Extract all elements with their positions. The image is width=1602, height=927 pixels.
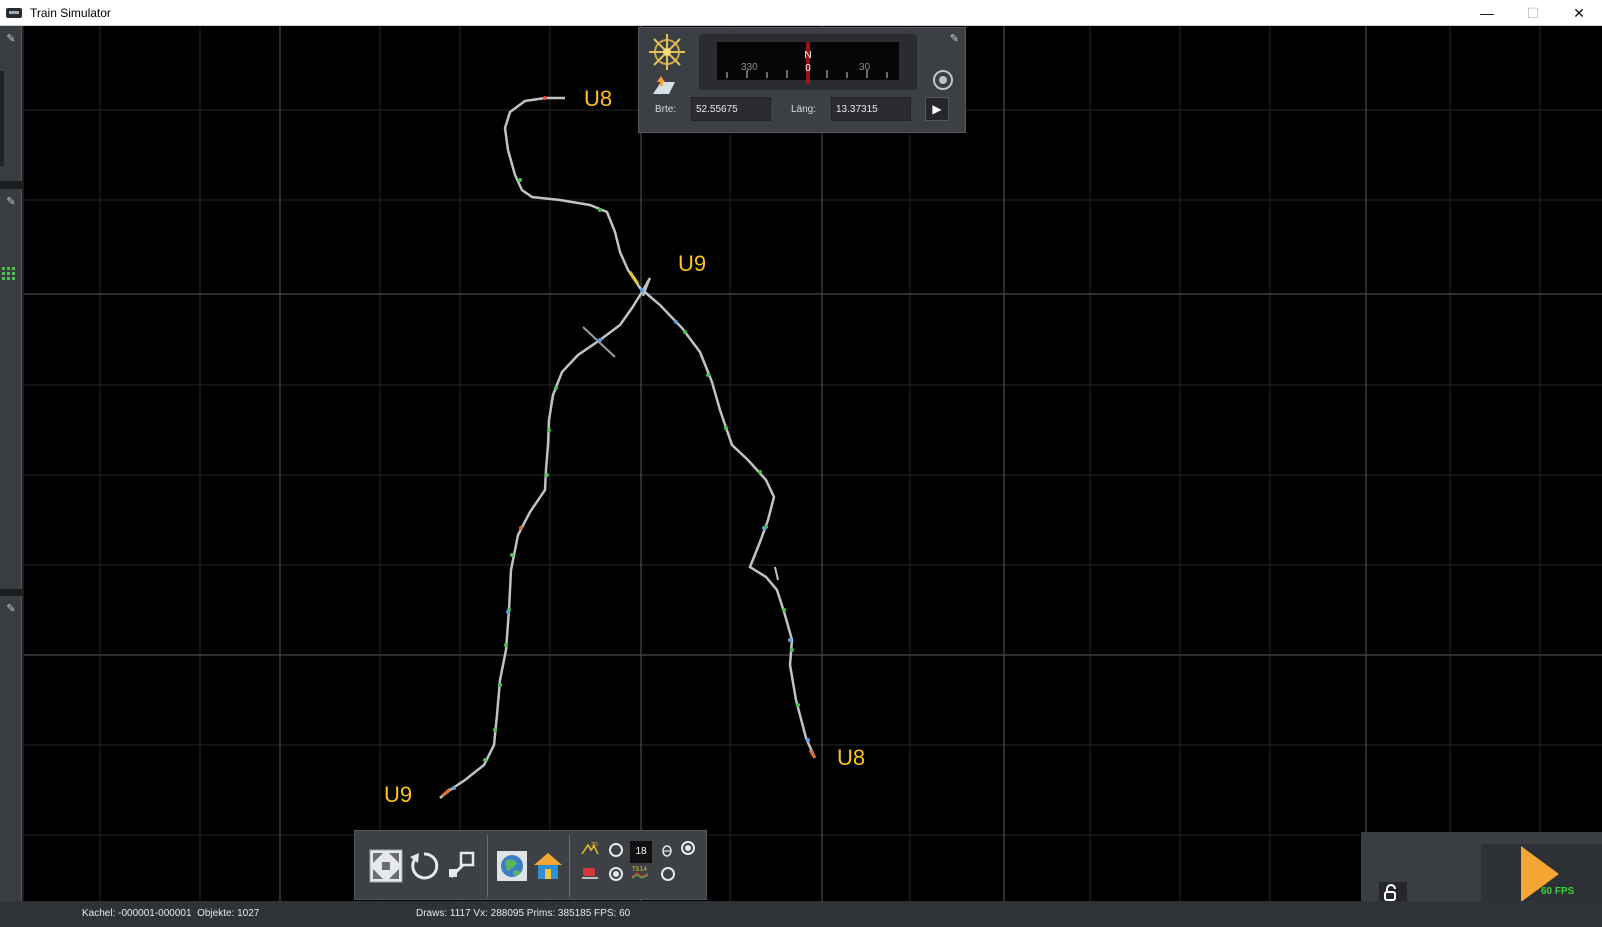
terrain-3d-icon[interactable]: 3D xyxy=(581,841,599,855)
ts14-icon[interactable]: TS14 xyxy=(631,865,649,879)
compass-heading-value: 0 xyxy=(805,63,811,74)
signal-yellow-marker xyxy=(628,271,640,285)
track-end-marker-u8 xyxy=(808,749,817,759)
route-label-u8-top: U8 xyxy=(584,86,613,111)
tile-status: Kachel: -000001-000001 Objekte: 1027 xyxy=(82,908,260,919)
rotate-icon[interactable] xyxy=(407,849,441,883)
pin-icon[interactable]: ✎ xyxy=(950,32,959,45)
bottom-toolbar: 3D 18 TS14 xyxy=(354,830,707,900)
move-icon[interactable] xyxy=(445,849,479,883)
map-locate-icon[interactable] xyxy=(651,74,677,96)
globe-icon[interactable] xyxy=(495,849,529,883)
route-label-u9-bottom: U9 xyxy=(384,782,413,807)
u8-track xyxy=(503,96,816,757)
u9-track xyxy=(439,277,652,799)
train-simulator-window: Train Simulator — ☐ ✕ U8 U9 U9 U8 ✎ ✎ ✎ … xyxy=(0,0,1602,927)
latitude-field[interactable]: 52.55675 xyxy=(691,97,771,121)
go-to-coordinates-button[interactable]: ▶ xyxy=(925,97,949,121)
svg-text:TS14: TS14 xyxy=(631,866,647,873)
home-icon[interactable] xyxy=(531,849,565,883)
compass-strip: 330 30 N 0 xyxy=(699,34,917,90)
compass-north-label: N xyxy=(804,50,812,61)
render-stats: Draws: 1117 Vx: 288095 Prims: 385185 FPS… xyxy=(416,908,631,919)
window-title: Train Simulator xyxy=(30,5,111,20)
grid-icon[interactable] xyxy=(2,267,16,281)
rail-panel-bottom[interactable]: ✎ xyxy=(0,596,22,901)
compass-rose-icon[interactable] xyxy=(645,32,689,72)
fps-label: 60 FPS xyxy=(1541,886,1575,897)
map-viewport[interactable] xyxy=(0,26,1602,901)
camera-number-display[interactable]: 18 xyxy=(630,841,652,863)
crossover-mark-b xyxy=(774,566,779,581)
unlock-icon xyxy=(1384,884,1396,901)
app-icon xyxy=(6,7,22,18)
rail-panel-top[interactable]: ✎ xyxy=(0,26,22,181)
compass-panel: 330 30 N 0 ✎ Brte: 52.55675 Läng: 13.373… xyxy=(638,27,966,133)
maximize-button[interactable]: ☐ xyxy=(1510,0,1556,26)
terrain-toggle-radio[interactable] xyxy=(609,843,623,857)
rail-panel-middle[interactable]: ✎ xyxy=(0,189,22,589)
longitude-label: Läng: xyxy=(791,104,817,115)
longitude-field[interactable]: 13.37315 xyxy=(831,97,911,121)
target-icon[interactable] xyxy=(933,70,953,90)
signal-markers xyxy=(452,288,810,790)
status-bar: Kachel: -000001-000001 Objekte: 1027 Dra… xyxy=(0,901,1602,927)
compass-dial[interactable]: 330 30 N 0 xyxy=(717,42,899,84)
toolbar-separator xyxy=(569,835,570,897)
theta-icon[interactable] xyxy=(661,843,673,857)
signal-red-marker xyxy=(543,96,547,100)
track-layer-radio[interactable] xyxy=(609,867,623,881)
latitude-label: Brte: xyxy=(655,104,677,115)
track-map xyxy=(24,26,1602,901)
fit-view-icon[interactable] xyxy=(369,849,403,883)
track-layer-icon[interactable] xyxy=(581,865,599,879)
close-button[interactable]: ✕ xyxy=(1556,0,1602,26)
minimize-button[interactable]: — xyxy=(1464,0,1510,26)
left-tool-rail: ✎ ✎ ✎ xyxy=(0,26,24,901)
pin-icon[interactable]: ✎ xyxy=(4,195,18,209)
theta-toggle-radio[interactable] xyxy=(681,841,695,855)
pin-icon[interactable]: ✎ xyxy=(4,602,18,616)
ts14-toggle-radio[interactable] xyxy=(661,867,675,881)
rail-scrollbar[interactable] xyxy=(0,71,4,166)
svg-text:3D: 3D xyxy=(591,842,598,848)
grid-lines xyxy=(24,26,1602,901)
toolbar-separator xyxy=(487,835,488,897)
signal-orange-marker xyxy=(519,526,523,530)
route-label-u9-mid: U9 xyxy=(678,251,707,276)
pin-icon[interactable]: ✎ xyxy=(4,32,18,46)
major-grid-lines xyxy=(24,26,1602,901)
play-panel: 60 FPS xyxy=(1361,832,1602,904)
title-bar: Train Simulator — ☐ ✕ xyxy=(0,0,1602,26)
route-label-u8-bottom: U8 xyxy=(837,745,866,770)
